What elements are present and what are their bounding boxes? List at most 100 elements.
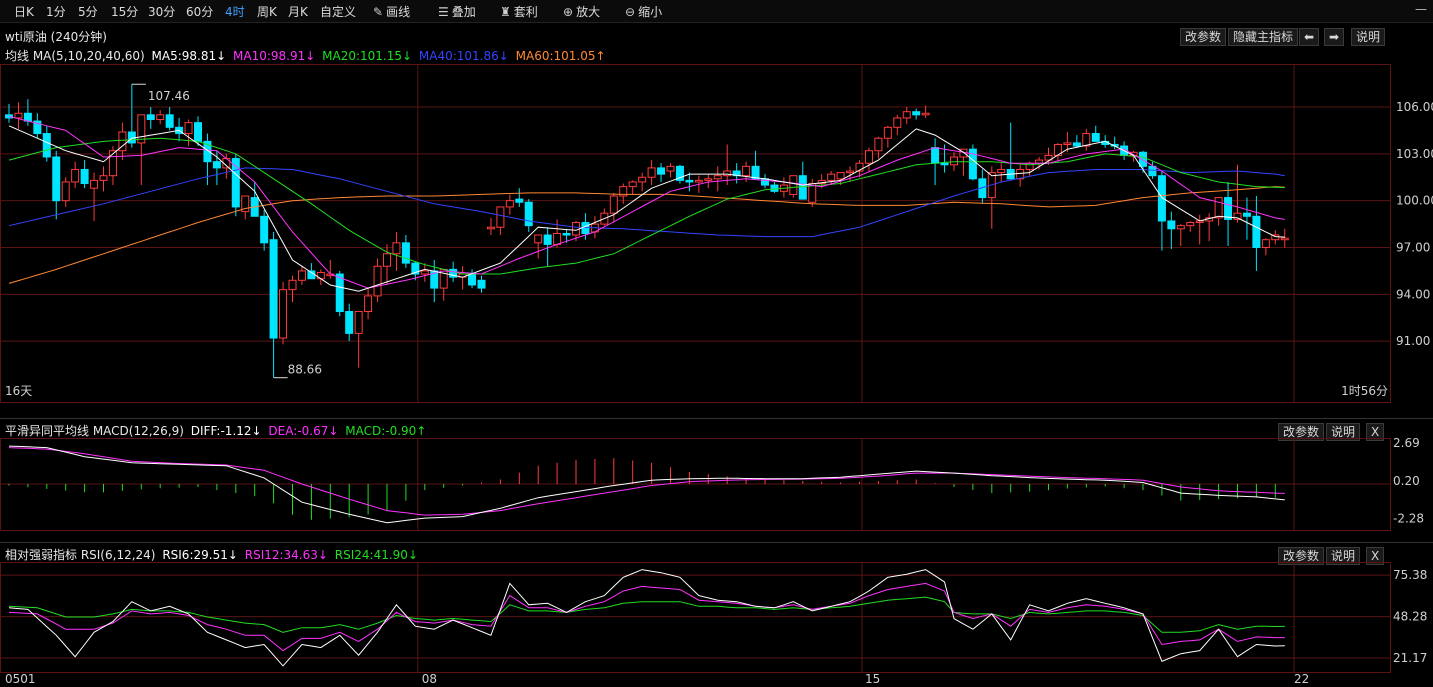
candle-down (657, 167, 666, 175)
rsi24-line (8, 596, 1285, 633)
candle-down (770, 184, 779, 192)
arbitrage-label: 套利 (513, 5, 538, 19)
draw-line-tool[interactable]: ✎ 画线 (373, 3, 410, 20)
zoom-in-tool[interactable]: ⊕ 放大 (563, 3, 600, 20)
candle-up (156, 114, 165, 121)
hide-main-indicator-button[interactable]: 隐藏主指标 (1228, 28, 1299, 46)
rsi-tick-label: 48.28 (1393, 610, 1427, 624)
price-tick-label: 106.00 (1396, 100, 1433, 114)
candle-up (723, 170, 732, 177)
main-params-button[interactable]: 改参数 (1180, 28, 1227, 46)
candle-up (90, 179, 99, 189)
candle-up (950, 156, 958, 166)
candle-up (704, 178, 713, 181)
price-chart[interactable]: 106.00 103.00 100.00 97.00 94.00 91.00 107.46 8… (0, 64, 1433, 404)
zoom-out-label: 缩小 (638, 5, 663, 19)
candle-up (1233, 212, 1242, 220)
macd-legend: 平滑异同平均线 MACD(12,26,9) DIFF:-1.12↓ DEA:-0… (5, 422, 429, 439)
candle-down (165, 114, 174, 128)
candle-up (827, 173, 836, 181)
candle-down (685, 179, 694, 183)
time-span-note: 16天 (5, 384, 32, 398)
next-indicator-button[interactable]: ➡ (1324, 28, 1345, 46)
price-tick-label: 91.00 (1396, 334, 1430, 348)
rsi6-line (8, 569, 1285, 667)
candle-up (902, 111, 911, 119)
ma5-value: MA5:98.81↓ (151, 49, 227, 63)
candle-down (1252, 215, 1261, 249)
candle-down (543, 234, 552, 245)
candle-down (1139, 151, 1147, 167)
candle-up (628, 181, 637, 188)
candle-up (14, 112, 23, 119)
candle-down (477, 279, 486, 289)
period-month[interactable]: 月K (288, 3, 308, 20)
candle-up (883, 126, 892, 139)
period-week[interactable]: 周K (257, 3, 277, 20)
candle-down (1072, 142, 1081, 147)
price-tick-label: 97.00 (1396, 241, 1430, 255)
candle-up (184, 122, 193, 135)
candle-up (789, 175, 798, 195)
candle-up (505, 200, 514, 208)
candle-down (940, 162, 949, 166)
candle-up (1176, 225, 1185, 230)
candle-down (269, 239, 278, 339)
candle-up (279, 289, 288, 339)
candle-down (52, 156, 61, 202)
candle-down (212, 161, 221, 169)
zoom-out-icon: ⊖ (625, 5, 636, 19)
zoom-in-label: 放大 (576, 5, 601, 19)
candle-up (364, 295, 373, 313)
candle-up (1186, 222, 1195, 227)
pencil-icon: ✎ (373, 5, 384, 19)
candle-down (260, 215, 269, 244)
macd-legend-name: 平滑异同平均线 MACD(12,26,9) (5, 424, 184, 438)
candle-up (553, 232, 562, 245)
low-price-label: 88.66 (288, 363, 322, 377)
rsi24-value: RSI24:41.90↓ (334, 548, 418, 562)
prev-indicator-button[interactable]: ⬅ (1299, 28, 1320, 46)
candle-up (713, 175, 722, 180)
period-5min[interactable]: 5分 (78, 3, 98, 20)
ma60-value: MA60:101.05↑ (515, 49, 606, 63)
period-custom[interactable]: 自定义 (320, 3, 356, 20)
period-day[interactable]: 日K (14, 3, 34, 20)
date-axis-label: 08 (422, 672, 437, 686)
candle-up (297, 270, 306, 281)
candle-up (316, 271, 325, 280)
candle-down (345, 311, 354, 334)
candle-up (997, 168, 1006, 174)
period-30min[interactable]: 30分 (148, 3, 175, 20)
countdown-note: 1时56分 (1341, 384, 1388, 398)
macd-chart[interactable]: 2.69 0.20 -2.28 (0, 438, 1433, 532)
period-4h[interactable]: 4时 (225, 3, 245, 20)
candle-up (846, 170, 855, 174)
candle-up (383, 253, 391, 267)
candle-up (288, 279, 297, 291)
zoom-out-tool[interactable]: ⊖ 缩小 (625, 3, 662, 20)
ma10-value: MA10:98.91↓ (233, 49, 316, 63)
candle-down (1242, 212, 1251, 217)
candle-up (1214, 197, 1223, 219)
main-help-button[interactable]: 说明 (1351, 28, 1386, 46)
period-60min[interactable]: 60分 (186, 3, 213, 20)
period-1min[interactable]: 1分 (46, 3, 66, 20)
candle-up (534, 234, 543, 244)
macd-tick-label: 0.20 (1393, 474, 1420, 488)
period-15min[interactable]: 15分 (111, 3, 138, 20)
candle-down (80, 168, 89, 185)
candle-up (486, 226, 495, 230)
panel-divider (0, 418, 1433, 419)
rsi6-value: RSI6:29.51↓ (162, 548, 238, 562)
price-tick-label: 94.00 (1396, 287, 1430, 301)
arbitrage-tool[interactable]: ♜ 套利 (500, 3, 538, 20)
candle-up (61, 181, 70, 202)
overlay-tool[interactable]: ☰ 叠加 (438, 3, 476, 20)
candle-up (638, 176, 647, 183)
candle-up (373, 265, 382, 297)
candle-down (146, 114, 155, 121)
candle-up (836, 172, 845, 180)
rsi-chart[interactable]: 75.38 48.28 21.17 0501 08 15 22 (0, 562, 1433, 687)
minimize-button[interactable]: — (1415, 2, 1427, 16)
